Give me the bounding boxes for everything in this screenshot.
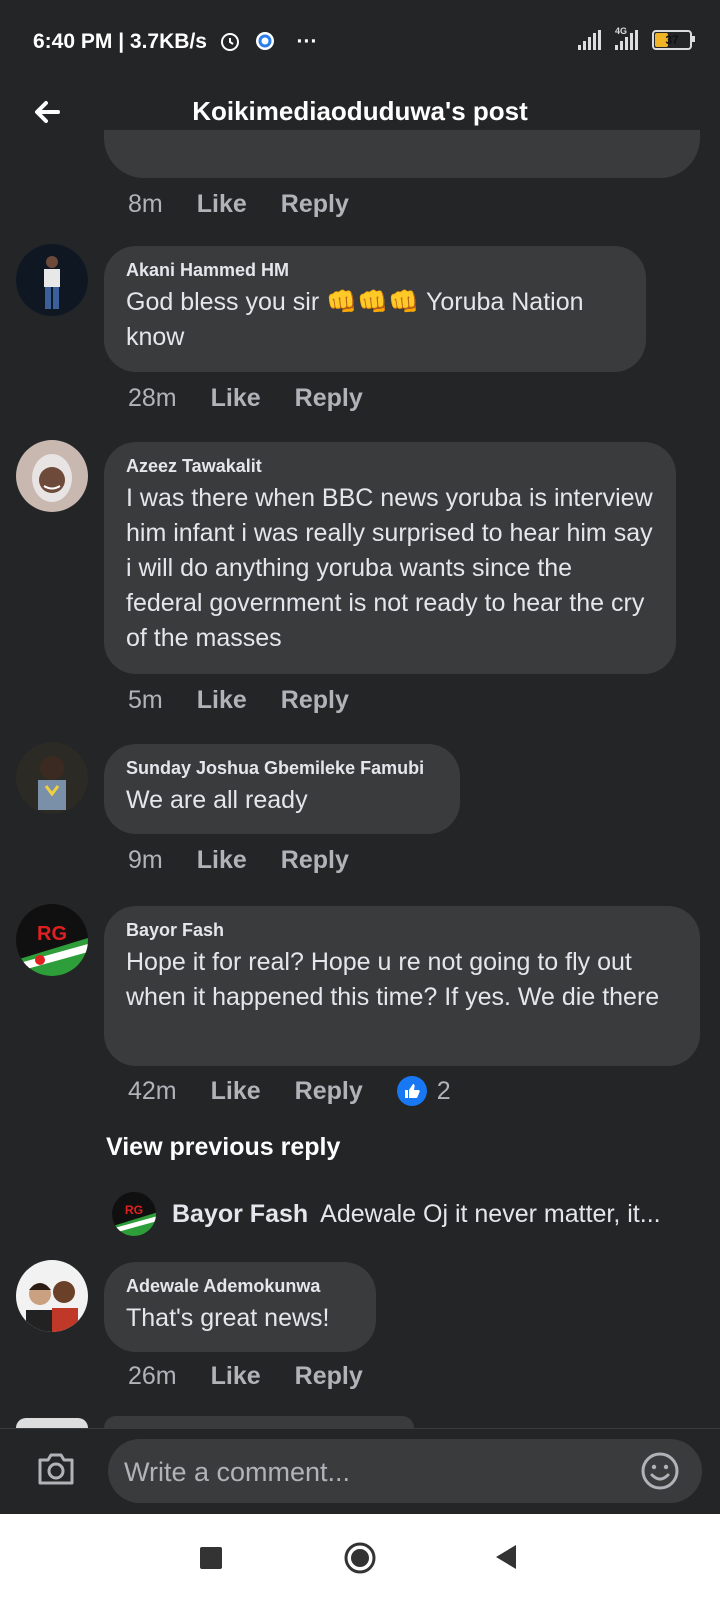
comment-author[interactable]: Bayor Fash (126, 920, 678, 941)
comment-bubble[interactable]: Sunday Joshua Gbemileke Famubi We are al… (104, 744, 460, 834)
comment-bubble-partial (104, 1416, 414, 1428)
like-button[interactable]: Like (197, 190, 247, 219)
reply-avatar[interactable]: RG (112, 1192, 156, 1236)
reply-button[interactable]: Reply (281, 846, 349, 875)
comment-actions: 42m Like Reply 2 (128, 1076, 451, 1106)
avatar-partial (16, 1418, 88, 1428)
app-notification-icon (255, 32, 274, 50)
comment-text: We are all ready (126, 786, 308, 814)
comment-bubble[interactable]: Bayor Fash Hope it for real? Hope u re n… (104, 906, 700, 1066)
comment-time: 9m (128, 846, 163, 874)
recent-apps-button[interactable] (200, 1547, 222, 1569)
comment-text: I was there when BBC news yoruba is inte… (126, 484, 653, 652)
comment-time: 28m (128, 384, 177, 412)
comment-time: 26m (128, 1362, 177, 1390)
emoji-icon[interactable] (640, 1451, 680, 1491)
comment-author[interactable]: Sunday Joshua Gbemileke Famubi (126, 758, 438, 779)
comment-actions: 28m Like Reply (128, 384, 363, 413)
like-button[interactable]: Like (211, 384, 261, 413)
like-button[interactable]: Like (211, 1362, 261, 1391)
comment-author[interactable]: Adewale Ademokunwa (126, 1276, 354, 1297)
avatar[interactable] (16, 742, 88, 814)
comment-text: Hope it for real? Hope u re not going to… (126, 948, 660, 1011)
comment-bubble[interactable]: Akani Hammed HM God bless you sir 👊👊👊 Yo… (104, 246, 646, 372)
avatar[interactable] (16, 1260, 88, 1332)
comment-bubble-partial[interactable] (104, 130, 700, 178)
reply-button[interactable]: Reply (281, 190, 349, 219)
battery-icon: 37 (652, 30, 695, 50)
comment-author[interactable]: Akani Hammed HM (126, 260, 624, 281)
signal-4g-icon: 4G (615, 26, 638, 50)
page-title: Koikimediaoduduwa's post (192, 96, 528, 126)
comment-actions: 8m Like Reply (128, 190, 349, 219)
comment-actions: 26m Like Reply (128, 1362, 363, 1391)
signal-icon (578, 30, 601, 50)
comment-text: That's great news! (126, 1304, 330, 1332)
comment-input-container[interactable] (108, 1439, 702, 1505)
comment-text: God bless you sir 👊👊👊 Yoruba Nation know (126, 288, 584, 351)
more-notifications-icon: ··· (296, 30, 318, 53)
avatar[interactable] (16, 440, 88, 512)
status-time: 6:40 PM | 3.7KB/s ··· (33, 30, 318, 53)
comment-actions: 9m Like Reply (128, 846, 349, 875)
home-button[interactable] (343, 1541, 377, 1575)
avatar-badge-text: RG (125, 1203, 143, 1217)
comment-time: 8m (128, 190, 163, 218)
comment-author[interactable]: Azeez Tawakalit (126, 456, 654, 477)
reaction-count: 2 (436, 1076, 451, 1105)
system-nav-bar (0, 1514, 720, 1600)
clock-text: 6:40 PM (33, 30, 113, 53)
reply-author[interactable]: Bayor Fash (172, 1200, 308, 1229)
battery-level: 37 (665, 33, 679, 47)
reply-button[interactable]: Reply (281, 686, 349, 715)
comment-composer (0, 1428, 720, 1515)
alarm-icon (220, 33, 239, 51)
comment-bubble[interactable]: Adewale Ademokunwa That's great news! (104, 1262, 376, 1352)
reaction-summary[interactable]: 2 (396, 1076, 451, 1106)
reply-button[interactable]: Reply (295, 384, 363, 413)
reply-preview[interactable]: RG Bayor Fash Adewale Oj it never matter… (112, 1192, 702, 1236)
avatar[interactable]: RG (16, 904, 88, 976)
network-speed: 3.7KB/s (129, 30, 207, 53)
reply-button[interactable]: Reply (295, 1077, 363, 1106)
avatar-badge-text: RG (37, 923, 67, 945)
like-button[interactable]: Like (211, 1077, 261, 1106)
comment-time: 5m (128, 686, 163, 714)
like-button[interactable]: Like (197, 686, 247, 715)
view-previous-reply-link[interactable]: View previous reply (106, 1133, 340, 1162)
reply-text: Adewale Oj it never matter, it... (320, 1199, 661, 1228)
system-back-button[interactable] (494, 1544, 518, 1570)
network-type: 4G (615, 26, 628, 36)
like-reaction-icon (396, 1076, 427, 1106)
reply-button[interactable]: Reply (295, 1362, 363, 1391)
avatar[interactable] (16, 244, 88, 316)
comment-time: 42m (128, 1076, 177, 1105)
comment-actions: 5m Like Reply (128, 686, 349, 715)
like-button[interactable]: Like (197, 846, 247, 875)
status-bar: 6:40 PM | 3.7KB/s ··· 4G 37 (0, 0, 720, 86)
comment-input[interactable] (122, 1439, 606, 1505)
camera-icon[interactable] (36, 1451, 76, 1487)
comment-bubble[interactable]: Azeez Tawakalit I was there when BBC new… (104, 442, 676, 674)
